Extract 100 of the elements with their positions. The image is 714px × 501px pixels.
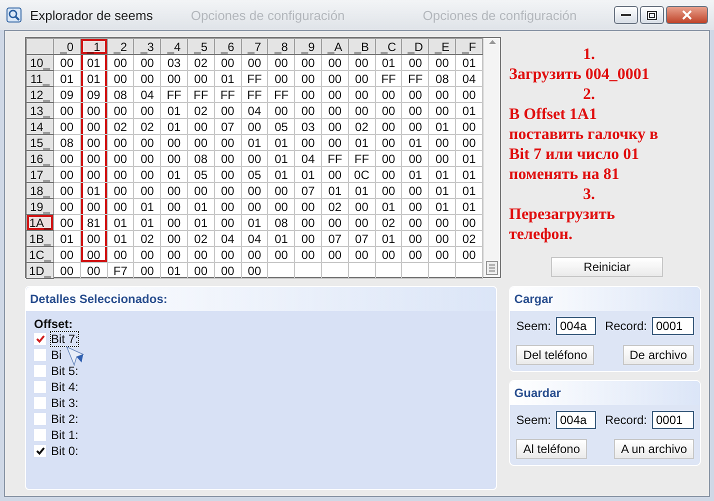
hex-cell[interactable]: 00 [402,118,429,134]
hex-cell[interactable]: 08 [428,70,456,86]
hex-cell[interactable]: 00 [214,166,242,182]
hex-cell[interactable]: 01 [80,70,108,86]
hex-cell[interactable]: 00 [241,262,268,278]
hex-cell[interactable]: 07 [294,182,322,198]
checkbox[interactable] [34,381,46,393]
hex-cell[interactable]: 00 [428,102,456,118]
hex-cell[interactable]: 02 [348,118,376,134]
hex-cell[interactable]: 00 [322,118,348,134]
hex-cell[interactable]: 00 [214,182,242,198]
checkbox[interactable] [34,429,46,441]
hex-cell[interactable]: 00 [53,118,80,134]
hex-cell[interactable]: 00 [294,230,322,246]
column-header[interactable]: _C [375,38,402,54]
row-header[interactable]: 16_ [26,150,54,166]
column-header[interactable]: _5 [187,38,214,54]
hex-cell[interactable]: 01 [428,118,456,134]
hex-cell[interactable]: 01 [187,198,214,214]
maximize-button[interactable] [640,6,664,24]
hex-cell[interactable]: 01 [428,166,456,182]
hex-cell[interactable]: 08 [268,214,295,230]
hex-cell[interactable]: 00 [160,230,188,246]
hex-cell[interactable]: 00 [214,102,242,118]
hex-cell[interactable]: 01 [241,134,268,150]
column-header[interactable]: _7 [241,38,268,54]
hex-cell[interactable]: 01 [134,214,161,230]
hex-cell[interactable]: 01 [80,182,108,198]
hex-cell[interactable]: 00 [348,70,376,86]
hex-cell[interactable]: 01 [294,166,322,182]
hex-cell[interactable]: 00 [214,246,242,262]
hex-cell[interactable]: 09 [53,86,80,102]
column-header[interactable]: _3 [134,38,161,54]
column-header[interactable]: _9 [294,38,322,54]
hex-cell[interactable]: 00 [348,246,376,262]
row-header[interactable]: 14_ [26,118,54,134]
hex-cell[interactable]: 00 [402,102,429,118]
hex-cell[interactable]: 00 [134,182,161,198]
hex-cell[interactable]: 00 [214,198,242,214]
hex-cell[interactable]: 01 [375,230,402,246]
hex-cell[interactable]: 01 [187,214,214,230]
hex-cell[interactable]: 00 [107,70,134,86]
hex-cell[interactable]: 00 [214,150,242,166]
hex-cell[interactable]: 00 [53,150,80,166]
hex-cell[interactable]: 81 [80,214,108,230]
hex-cell[interactable]: 00 [428,246,456,262]
action-button[interactable]: A un archivo [614,439,694,459]
column-header[interactable]: _6 [214,38,242,54]
hex-cell[interactable]: 00 [322,134,348,150]
hex-cell[interactable]: 00 [80,262,108,278]
hex-cell[interactable]: 00 [107,166,134,182]
hex-cell[interactable]: 00 [294,214,322,230]
column-header[interactable]: _2 [107,38,134,54]
hex-cell[interactable]: 01 [268,134,295,150]
hex-cell[interactable]: 00 [107,198,134,214]
hex-cell[interactable]: 03 [160,54,188,70]
checkbox[interactable] [34,397,46,409]
hex-cell[interactable]: 01 [53,70,80,86]
hex-cell[interactable]: 00 [268,198,295,214]
hex-cell[interactable]: 01 [402,134,429,150]
hex-cell[interactable]: 00 [402,150,429,166]
row-header[interactable]: 10_ [26,54,54,70]
hex-cell[interactable]: 00 [134,102,161,118]
hex-cell[interactable]: 01 [268,150,295,166]
hex-cell[interactable]: 02 [134,230,161,246]
hex-cell[interactable]: FF [187,86,214,102]
hex-cell[interactable]: 01 [375,198,402,214]
hex-cell[interactable]: 00 [402,54,429,70]
hex-cell[interactable]: 02 [187,230,214,246]
hex-cell[interactable]: 00 [375,166,402,182]
hex-cell[interactable]: 00 [348,214,376,230]
hex-cell[interactable]: 00 [402,230,429,246]
hex-cell[interactable]: 00 [348,198,376,214]
hex-cell[interactable]: 00 [80,118,108,134]
hex-cell[interactable]: 00 [428,86,456,102]
hex-cell[interactable]: 00 [241,182,268,198]
hex-cell[interactable]: 01 [107,214,134,230]
hex-cell[interactable]: 00 [160,182,188,198]
hex-cell[interactable]: FF [214,86,242,102]
hex-cell[interactable]: 00 [134,150,161,166]
hex-cell[interactable]: 04 [241,102,268,118]
hex-cell[interactable]: 00 [53,166,80,182]
hex-cell[interactable]: 00 [187,134,214,150]
hex-cell[interactable]: 00 [160,150,188,166]
hex-cell[interactable]: 00 [134,246,161,262]
column-header[interactable]: _0 [53,38,80,54]
hex-cell[interactable]: 00 [322,214,348,230]
checkbox[interactable] [34,349,46,361]
hex-cell[interactable]: 01 [375,54,402,70]
hex-cell[interactable]: 00 [160,214,188,230]
hex-cell[interactable]: 00 [294,246,322,262]
hex-cell[interactable]: 00 [107,182,134,198]
column-header[interactable]: _8 [268,38,295,54]
hex-cell[interactable]: 00 [187,70,214,86]
hex-cell[interactable]: 01 [160,102,188,118]
hex-cell[interactable]: 00 [375,134,402,150]
hex-cell[interactable]: 01 [160,166,188,182]
checkbox[interactable] [34,365,46,377]
row-header[interactable]: 1D_ [26,262,54,278]
hex-cell[interactable]: FF [241,86,268,102]
